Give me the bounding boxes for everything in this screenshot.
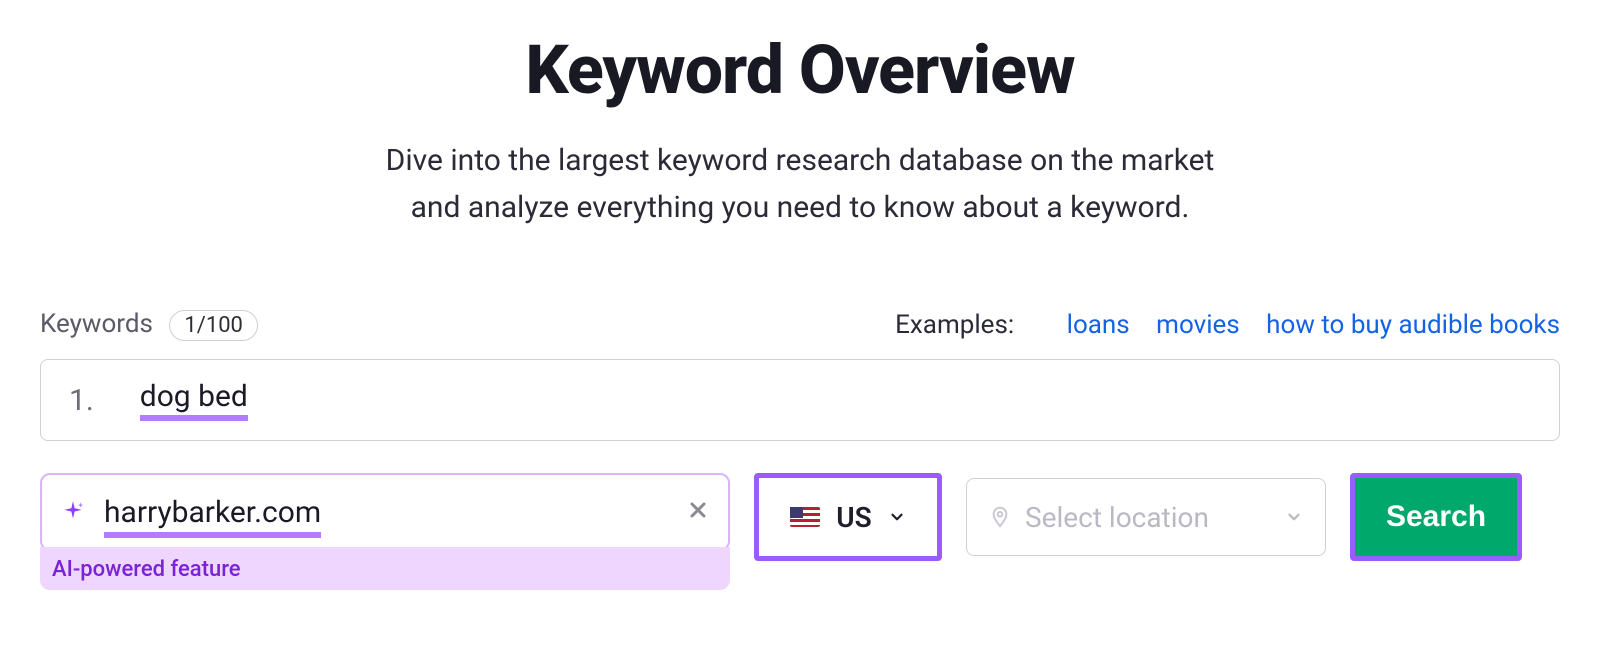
location-pin-icon: [989, 506, 1011, 528]
keyword-index: 1.: [69, 383, 94, 418]
subtitle-line-1: Dive into the largest keyword research d…: [386, 143, 1215, 178]
example-link-movies[interactable]: movies: [1156, 310, 1240, 340]
examples-label: Examples:: [895, 310, 1014, 340]
ai-caption: AI-powered feature: [52, 557, 241, 582]
location-placeholder: Select location: [1025, 501, 1209, 534]
keyword-text: dog bed: [140, 380, 248, 421]
chevron-down-icon: [888, 508, 906, 526]
ai-domain-input[interactable]: harrybarker.com: [40, 473, 730, 551]
ai-caption-wrap: AI-powered feature: [40, 547, 730, 590]
page-subtitle: Dive into the largest keyword research d…: [40, 138, 1560, 231]
controls-row: harrybarker.com AI-powered feature US: [40, 473, 1560, 590]
us-flag-icon: [790, 507, 820, 527]
page-title: Keyword Overview: [40, 30, 1560, 110]
clear-icon[interactable]: [686, 498, 710, 527]
search-button-highlight: Search: [1350, 473, 1522, 561]
keywords-meta-row: Keywords 1/100 Examples: loans movies ho…: [40, 309, 1560, 341]
subtitle-line-2: and analyze everything you need to know …: [411, 190, 1190, 225]
example-link-loans[interactable]: loans: [1067, 310, 1130, 340]
keywords-label: Keywords: [40, 309, 153, 339]
example-link-audible[interactable]: how to buy audible books: [1266, 310, 1560, 340]
keyword-input-box[interactable]: 1. dog bed: [40, 359, 1560, 441]
country-selector[interactable]: US: [759, 478, 937, 556]
keywords-label-wrap: Keywords 1/100: [40, 309, 258, 341]
search-button[interactable]: Search: [1355, 478, 1517, 556]
location-selector[interactable]: Select location: [966, 478, 1326, 556]
ai-domain-block: harrybarker.com AI-powered feature: [40, 473, 730, 590]
ai-domain-value: harrybarker.com: [104, 495, 668, 530]
sparkle-icon: [60, 499, 86, 525]
examples-wrap: Examples: loans movies how to buy audibl…: [895, 310, 1560, 340]
keyword-overview-page: Keyword Overview Dive into the largest k…: [0, 0, 1600, 590]
ai-domain-text: harrybarker.com: [104, 495, 321, 538]
chevron-down-icon: [1285, 508, 1303, 526]
keywords-count-badge: 1/100: [169, 310, 258, 341]
country-selector-highlight: US: [754, 473, 942, 561]
country-code: US: [836, 501, 871, 534]
